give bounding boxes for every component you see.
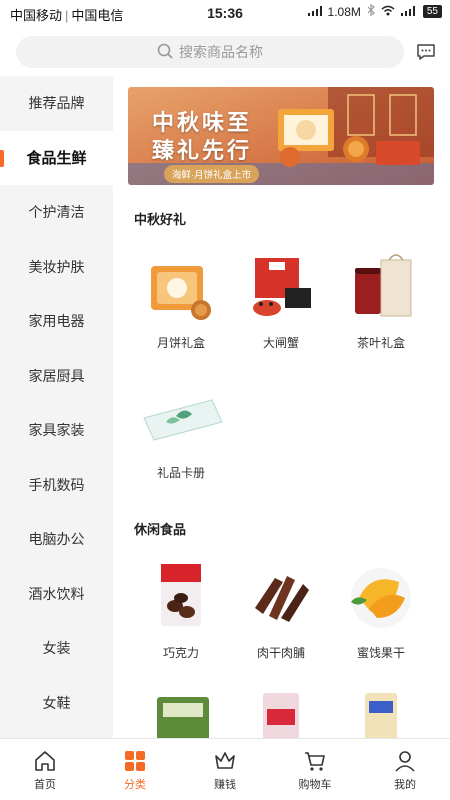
- sidebar-item-label: 个护清洁: [28, 204, 85, 221]
- search-input[interactable]: 搜索商品名称: [16, 36, 404, 68]
- sidebar-item-womens-clothing[interactable]: 女装: [0, 621, 113, 676]
- sidebar-item-womens-shoes[interactable]: 女鞋: [0, 676, 113, 731]
- category-content: 中秋味至 臻礼先行 海鲜·月饼礼盒上市 中秋好礼 月饼礼盒 大闸蟹 茶叶礼盒 礼…: [113, 76, 450, 738]
- tab-label: 购物车: [298, 779, 332, 791]
- category-sidebar: 推荐品牌 食品生鲜 个护清洁 美妆护肤 家用电器 家居厨具 家具家装 手机数码 …: [0, 76, 113, 738]
- sidebar-item-label: 女装: [42, 640, 71, 657]
- bottom-tab-bar: 首页 分类 赚钱 购物车 我的: [0, 738, 450, 800]
- cart-icon: [305, 752, 325, 771]
- network-speed: 1.08M: [327, 4, 361, 19]
- product-candy-pack[interactable]: [231, 683, 331, 738]
- section-mid-autumn-gifts: 中秋好礼 月饼礼盒 大闸蟹 茶叶礼盒 礼品卡册: [128, 198, 434, 498]
- crown-icon: [215, 752, 235, 769]
- section-title: 休闲食品: [134, 522, 187, 537]
- seaweed-snack-image: [157, 697, 209, 738]
- product-name: 礼品卡册: [156, 466, 205, 480]
- banner-tag: 海鲜·月饼礼盒上市: [164, 165, 260, 183]
- product-name: 茶叶礼盒: [356, 336, 405, 350]
- chocolate-image: [161, 564, 201, 626]
- sidebar-item-label: 手机数码: [28, 476, 85, 493]
- signal-icon: [307, 5, 322, 19]
- status-indicators: 1.08M 55: [307, 3, 442, 19]
- sidebar-item-personal-care[interactable]: 个护清洁: [0, 185, 113, 240]
- product-mooncake-box[interactable]: 月饼礼盒: [131, 248, 231, 351]
- sidebar-item-furniture[interactable]: 家具家装: [0, 403, 113, 458]
- tab-mine[interactable]: 我的: [360, 739, 450, 800]
- section-title: 中秋好礼: [134, 212, 187, 227]
- tab-category[interactable]: 分类: [90, 739, 180, 800]
- product-name: 蜜饯果干: [356, 646, 405, 660]
- product-biscuit-roll[interactable]: [331, 683, 431, 738]
- category-icon: [125, 751, 145, 771]
- battery-level: 55: [422, 5, 442, 18]
- biscuit-roll-image: [365, 693, 397, 738]
- tab-earn[interactable]: 赚钱: [180, 739, 270, 800]
- tab-home[interactable]: 首页: [0, 739, 90, 800]
- message-button[interactable]: [415, 41, 437, 63]
- sidebar-item-home-appliances[interactable]: 家用电器: [0, 294, 113, 349]
- status-bar: 中国移动 | 中国电信 15:36 1.08M 55: [0, 0, 450, 26]
- product-gift-card-booklet[interactable]: 礼品卡册: [131, 378, 231, 481]
- sidebar-item-label: 食品生鲜: [26, 150, 87, 168]
- sidebar-item-label: 推荐品牌: [28, 95, 85, 112]
- candy-pack-image: [263, 693, 299, 738]
- tab-label: 分类: [124, 779, 146, 791]
- product-name: 月饼礼盒: [156, 336, 205, 350]
- wifi-icon: [381, 5, 395, 19]
- sidebar-item-phones-digital[interactable]: 手机数码: [0, 458, 113, 513]
- product-seaweed-snack[interactable]: [131, 683, 231, 738]
- sidebar-item-label: 女鞋: [42, 694, 71, 711]
- mid-autumn-banner[interactable]: 中秋味至 臻礼先行 海鲜·月饼礼盒上市: [128, 87, 434, 185]
- tab-label: 赚钱: [214, 779, 236, 791]
- tab-label: 首页: [34, 779, 56, 791]
- product-tea-gift-box[interactable]: 茶叶礼盒: [331, 248, 431, 351]
- sidebar-item-label: 家用电器: [28, 313, 85, 330]
- search-placeholder: 搜索商品名称: [179, 44, 263, 60]
- sidebar-item-recommended-brands[interactable]: 推荐品牌: [0, 76, 113, 131]
- crab-gift-box-image: [253, 258, 311, 316]
- sidebar-item-label: 家居厨具: [28, 367, 85, 384]
- product-crab-gift-box[interactable]: 大闸蟹: [231, 248, 331, 351]
- product-chocolate[interactable]: 巧克力: [131, 558, 231, 661]
- search-header: 搜索商品名称: [0, 26, 450, 76]
- cell-signal-icon: [400, 5, 417, 19]
- sidebar-item-computers-office[interactable]: 电脑办公: [0, 512, 113, 567]
- sidebar-item-home-kitchen[interactable]: 家居厨具: [0, 349, 113, 404]
- home-icon: [35, 751, 55, 771]
- product-name: 肉干肉脯: [256, 646, 305, 660]
- tab-cart[interactable]: 购物车: [270, 739, 360, 800]
- section-snacks: 休闲食品 巧克力 肉干肉脯 蜜饯果干: [128, 508, 434, 738]
- banner-headline-2: 臻礼先行: [152, 138, 253, 163]
- product-jerky[interactable]: 肉干肉脯: [231, 558, 331, 661]
- sidebar-item-label: 家具家装: [28, 422, 85, 439]
- sidebar-item-beauty-skincare[interactable]: 美妆护肤: [0, 240, 113, 295]
- sidebar-item-drinks[interactable]: 酒水饮料: [0, 567, 113, 622]
- sidebar-item-food-fresh[interactable]: 食品生鲜: [0, 130, 113, 185]
- bluetooth-icon: [367, 3, 375, 19]
- mooncake-box-image: [151, 266, 211, 320]
- dried-mango-image: [351, 568, 411, 628]
- tea-gift-box-image: [355, 254, 412, 317]
- sidebar-item-label: 美妆护肤: [28, 258, 85, 275]
- tab-label: 我的: [394, 779, 416, 791]
- product-dried-mango[interactable]: 蜜饯果干: [331, 558, 431, 661]
- product-name: 巧克力: [162, 646, 199, 660]
- search-icon: [157, 43, 173, 62]
- product-name: 大闸蟹: [262, 336, 299, 350]
- sidebar-item-label: 酒水饮料: [28, 585, 85, 602]
- sidebar-item-label: 电脑办公: [28, 531, 85, 548]
- message-icon: [417, 44, 435, 60]
- user-icon: [395, 751, 415, 772]
- jerky-image: [255, 576, 309, 622]
- gift-card-booklet-image: [143, 399, 223, 441]
